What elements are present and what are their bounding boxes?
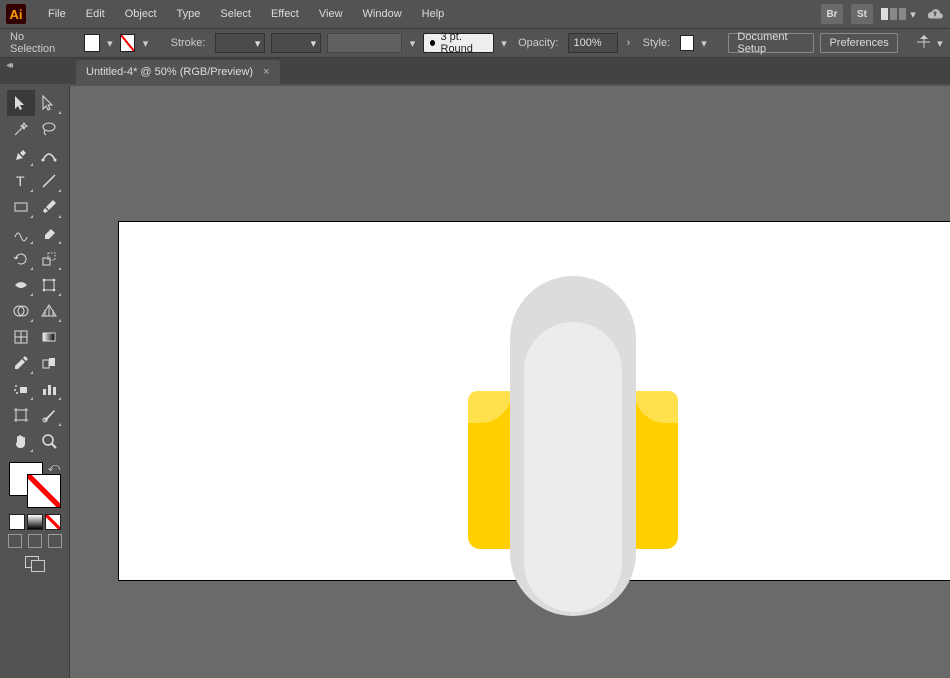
stroke-label: Stroke:: [167, 37, 210, 49]
type-tool[interactable]: T: [7, 168, 35, 194]
menu-bar: Ai File Edit Object Type Select Effect V…: [0, 0, 950, 28]
draw-inside-icon[interactable]: [48, 534, 62, 548]
hand-tool[interactable]: [7, 428, 35, 454]
menu-object[interactable]: Object: [117, 4, 165, 24]
menu-type[interactable]: Type: [169, 4, 209, 24]
stock-button[interactable]: St: [851, 4, 873, 24]
align-icon[interactable]: [915, 34, 930, 52]
control-bar: No Selection ▾ ▾ Stroke: ▾ ▾ ▾ 3 pt. Rou…: [0, 28, 950, 58]
stroke-weight-field[interactable]: ▾: [215, 33, 265, 53]
width-tool[interactable]: [7, 272, 35, 298]
screen-mode-icon[interactable]: [25, 556, 45, 572]
swap-fill-stroke-icon[interactable]: ⤺: [48, 460, 61, 475]
scale-tool[interactable]: [35, 246, 63, 272]
direct-selection-tool[interactable]: [35, 90, 63, 116]
rotate-tool[interactable]: [7, 246, 35, 272]
slice-tool[interactable]: [35, 402, 63, 428]
selection-status: No Selection: [6, 31, 66, 55]
tab-title: Untitled-4* @ 50% (RGB/Preview): [86, 66, 253, 78]
color-mode-none[interactable]: [45, 514, 61, 530]
menu-edit[interactable]: Edit: [78, 4, 113, 24]
opacity-dropdown[interactable]: ›: [624, 38, 632, 48]
style-label: Style:: [639, 37, 675, 49]
style-dropdown[interactable]: ▾: [700, 38, 708, 48]
brush-preset-dropdown[interactable]: ▾: [500, 38, 508, 48]
menu-file[interactable]: File: [40, 4, 74, 24]
tab-close-icon[interactable]: ×: [263, 66, 269, 78]
gradient-tool[interactable]: [35, 324, 63, 350]
shape-builder-tool[interactable]: [7, 298, 35, 324]
artboard-tool[interactable]: [7, 402, 35, 428]
draw-normal-icon[interactable]: [8, 534, 22, 548]
color-mode-solid[interactable]: [9, 514, 25, 530]
selection-tool[interactable]: [7, 90, 35, 116]
shaper-tool[interactable]: [7, 220, 35, 246]
curvature-tool[interactable]: [35, 142, 63, 168]
rectangle-tool[interactable]: [7, 194, 35, 220]
eyedropper-tool[interactable]: [7, 350, 35, 376]
mesh-tool[interactable]: [7, 324, 35, 350]
fill-stroke-control[interactable]: ⤺: [7, 460, 63, 510]
fill-dropdown[interactable]: ▾: [106, 38, 114, 48]
fill-swatch[interactable]: [84, 34, 99, 52]
menu-view[interactable]: View: [311, 4, 351, 24]
stroke-dropdown[interactable]: ▾: [141, 38, 149, 48]
paintbrush-tool[interactable]: [35, 194, 63, 220]
eraser-tool[interactable]: [35, 220, 63, 246]
perspective-grid-tool[interactable]: [35, 298, 63, 324]
draw-behind-icon[interactable]: [28, 534, 42, 548]
lasso-tool[interactable]: [35, 116, 63, 142]
free-transform-tool[interactable]: [35, 272, 63, 298]
menu-select[interactable]: Select: [212, 4, 259, 24]
color-mode-row: [9, 514, 61, 530]
canvas-area[interactable]: [70, 86, 950, 678]
brush-dropdown[interactable]: ▾: [408, 38, 416, 48]
document-setup-button[interactable]: Document Setup: [728, 33, 814, 53]
pen-tool[interactable]: [7, 142, 35, 168]
brush-preset[interactable]: 3 pt. Round: [423, 33, 494, 53]
align-dropdown[interactable]: ▾: [936, 38, 944, 48]
arrange-documents[interactable]: ▾: [881, 8, 918, 20]
color-mode-gradient[interactable]: [27, 514, 43, 530]
tab-bar: Untitled-4* @ 50% (RGB/Preview) ×: [0, 58, 950, 84]
style-swatch[interactable]: [680, 35, 694, 51]
symbol-sprayer-tool[interactable]: [7, 376, 35, 402]
column-graph-tool[interactable]: [35, 376, 63, 402]
app-logo: Ai: [6, 4, 26, 24]
opacity-label: Opacity:: [514, 37, 562, 49]
menu-help[interactable]: Help: [414, 4, 453, 24]
preferences-button[interactable]: Preferences: [820, 33, 897, 53]
stroke-profile-field[interactable]: ▾: [271, 33, 321, 53]
line-tool[interactable]: [35, 168, 63, 194]
tools-panel: T: [0, 86, 70, 678]
bridge-button[interactable]: Br: [821, 4, 843, 24]
svg-text:T: T: [16, 173, 25, 189]
artwork-pill-inner: [524, 322, 622, 612]
magic-wand-tool[interactable]: [7, 116, 35, 142]
draw-mode-row: [8, 534, 62, 548]
zoom-tool[interactable]: [35, 428, 63, 454]
opacity-field[interactable]: 100%: [568, 33, 618, 53]
chevron-down-icon: ▾: [908, 9, 918, 19]
blend-tool[interactable]: [35, 350, 63, 376]
sync-icon[interactable]: [926, 7, 944, 21]
brush-definition-field[interactable]: [327, 33, 402, 53]
stroke-swatch[interactable]: [120, 34, 135, 52]
document-tab[interactable]: Untitled-4* @ 50% (RGB/Preview) ×: [76, 60, 280, 84]
stroke-color[interactable]: [27, 474, 61, 508]
collapse-chevrons-icon[interactable]: ◂◂: [6, 60, 10, 71]
menu-window[interactable]: Window: [355, 4, 410, 24]
menu-effect[interactable]: Effect: [263, 4, 307, 24]
